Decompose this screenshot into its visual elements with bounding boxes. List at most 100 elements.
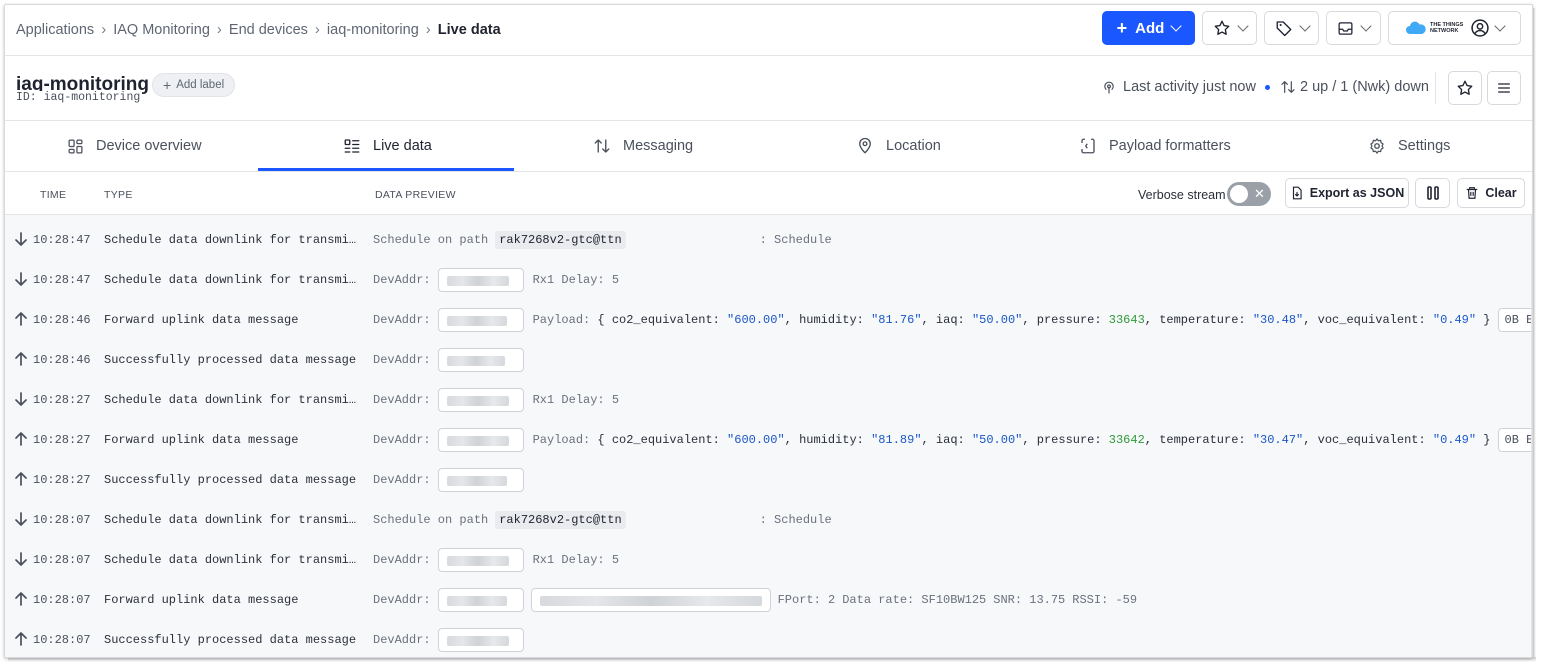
tab-payload-formatters[interactable]: Payload formatters [1079,121,1231,171]
tab-label: Settings [1398,138,1451,154]
tags-button[interactable] [1264,11,1319,45]
close-icon: ✕ [1254,186,1265,201]
devaddr-label: DevAddr: [373,473,431,487]
breadcrumb-device[interactable]: iaq-monitoring [327,22,419,38]
breadcrumb-end-devices[interactable]: End devices [229,22,308,38]
payload-pressure: 33642 [1108,433,1145,447]
top-bar: Applications › IAQ Monitoring › End devi… [5,5,1532,56]
devaddr-value[interactable] [437,428,524,452]
last-activity: Last activity just now [1123,79,1256,95]
download-file-icon [1292,186,1302,200]
event-time: 10:28:07 [33,513,91,527]
tab-settings[interactable]: Settings [1368,121,1450,171]
event-row[interactable]: 10:28:47 Schedule data downlink for trans… [5,260,1532,300]
event-preview: DevAddr: Rx1 Delay: 5 [373,268,619,292]
brand-text: THE THINGS NETWORK [1430,22,1464,34]
event-row[interactable]: 10:28:46 Forward uplink data message DevAd… [5,300,1532,340]
event-row[interactable]: 10:28:07 Schedule data downlink for trans… [5,540,1532,580]
event-preview: DevAddr: Rx1 Delay: 5 [373,548,619,572]
event-preview: DevAddr: [373,468,524,492]
event-row[interactable]: 10:28:27 Forward uplink data message DevAd… [5,420,1532,460]
devaddr-value[interactable] [437,628,524,652]
event-preview: DevAddr: Rx1 Delay: 5 [373,388,619,412]
export-json-button[interactable]: Export as JSON [1285,178,1409,208]
event-row[interactable]: 10:28:27 Successfully processed data mess… [5,460,1532,500]
active-tab-indicator [258,168,514,171]
devaddr-value[interactable] [437,388,524,412]
event-time: 10:28:27 [33,433,91,447]
tab-label: Live data [373,138,432,154]
tab-device-overview[interactable]: Device overview [67,121,202,171]
arrow-down-icon [15,232,27,246]
event-row[interactable]: 10:28:46 Successfully processed data mess… [5,340,1532,380]
payload-voc-equivalent: 0.49 [1440,433,1469,447]
chevron-right-icon: › [425,21,431,38]
add-label-text: Add label [176,79,225,91]
device-id-value: iaq-monitoring [43,91,141,104]
payload-voc-equivalent: 0.49 [1440,313,1469,327]
event-time: 10:28:47 [33,233,91,247]
devaddr-value[interactable] [437,348,524,372]
event-type: Successfully processed data message [104,473,357,487]
event-preview: DevAddr: [373,628,524,652]
add-button[interactable]: + Add [1102,11,1195,45]
menu-button[interactable] [1487,71,1521,105]
tab-location[interactable]: Location [856,121,941,171]
event-time: 10:28:46 [33,353,91,367]
event-time: 10:28:46 [33,313,91,327]
scrollbar[interactable] [1531,215,1532,657]
device-id-label: ID: [16,91,37,104]
pause-button[interactable] [1415,178,1450,208]
payload-co2-equivalent: 600.00 [734,313,778,327]
devaddr-label: DevAddr: [373,633,431,647]
payload-temperature: 30.48 [1260,313,1297,327]
devaddr-label: DevAddr: [373,273,431,287]
tab-messaging[interactable]: Messaging [593,121,693,171]
event-type: Schedule data downlink for transmission [104,233,358,247]
event-row[interactable]: 10:28:27 Schedule data downlink for trans… [5,380,1532,420]
arrow-up-icon [15,312,27,326]
breadcrumb-application[interactable]: IAQ Monitoring [113,22,210,38]
breadcrumb-current: Live data [437,21,501,38]
verbose-stream-toggle[interactable]: ✕ [1227,182,1271,206]
inbox-button[interactable] [1326,11,1381,45]
devaddr-value[interactable] [437,268,524,292]
event-preview: DevAddr: [373,348,524,372]
events-list: 10:28:47 Schedule data downlink for trans… [5,215,1532,657]
tab-live-data[interactable]: Live data [343,121,432,171]
schedule-suffix: : Schedule [759,513,832,527]
clear-button[interactable]: Clear [1457,178,1525,208]
bookmarks-button[interactable] [1202,11,1257,45]
plus-icon: + [163,77,172,93]
column-time: TIME [40,189,67,201]
event-type: Schedule data downlink for transmission [104,553,358,567]
devaddr-value[interactable] [437,548,524,572]
account-button[interactable]: THE THINGS NETWORK [1388,11,1521,45]
tab-label: Location [886,138,941,154]
event-preview: Schedule on path rak7268v2-gtc@ttn: Sched… [373,508,832,532]
star-icon [1457,80,1473,95]
devaddr-label: DevAddr: [373,353,431,367]
event-time: 10:28:07 [33,633,91,647]
location-pin-icon [859,137,871,154]
payload-preview: Payload: { co2_equivalent: "600.00", hum… [532,433,1491,447]
event-row[interactable]: 10:28:07 Successfully processed data mess… [5,620,1532,657]
arrow-up-icon [15,352,27,366]
payload-co2-equivalent: 600.00 [734,433,778,447]
frm-payload-value[interactable] [530,588,771,612]
event-row[interactable]: 10:28:47 Schedule data downlink for trans… [5,220,1532,260]
devaddr-value[interactable] [437,588,524,612]
breadcrumb-applications[interactable]: Applications [16,22,94,38]
bookmark-device-button[interactable] [1448,71,1482,105]
schedule-path-label: Schedule on path [373,513,489,527]
devaddr-value[interactable] [437,468,524,492]
device-tabs: Device overview Live data Messaging Loca… [5,121,1532,172]
event-row[interactable]: 10:28:07 Forward uplink data message DevAd… [5,580,1532,620]
add-label-button[interactable]: + Add label [152,73,236,97]
event-type: Forward uplink data message [104,433,299,447]
chevron-down-icon [1170,20,1183,32]
event-row[interactable]: 10:28:07 Schedule data downlink for trans… [5,500,1532,540]
rssi: RSSI: -59 [1072,593,1138,607]
gateway-path-chip: rak7268v2-gtc@ttn [495,231,626,249]
devaddr-value[interactable] [437,308,524,332]
